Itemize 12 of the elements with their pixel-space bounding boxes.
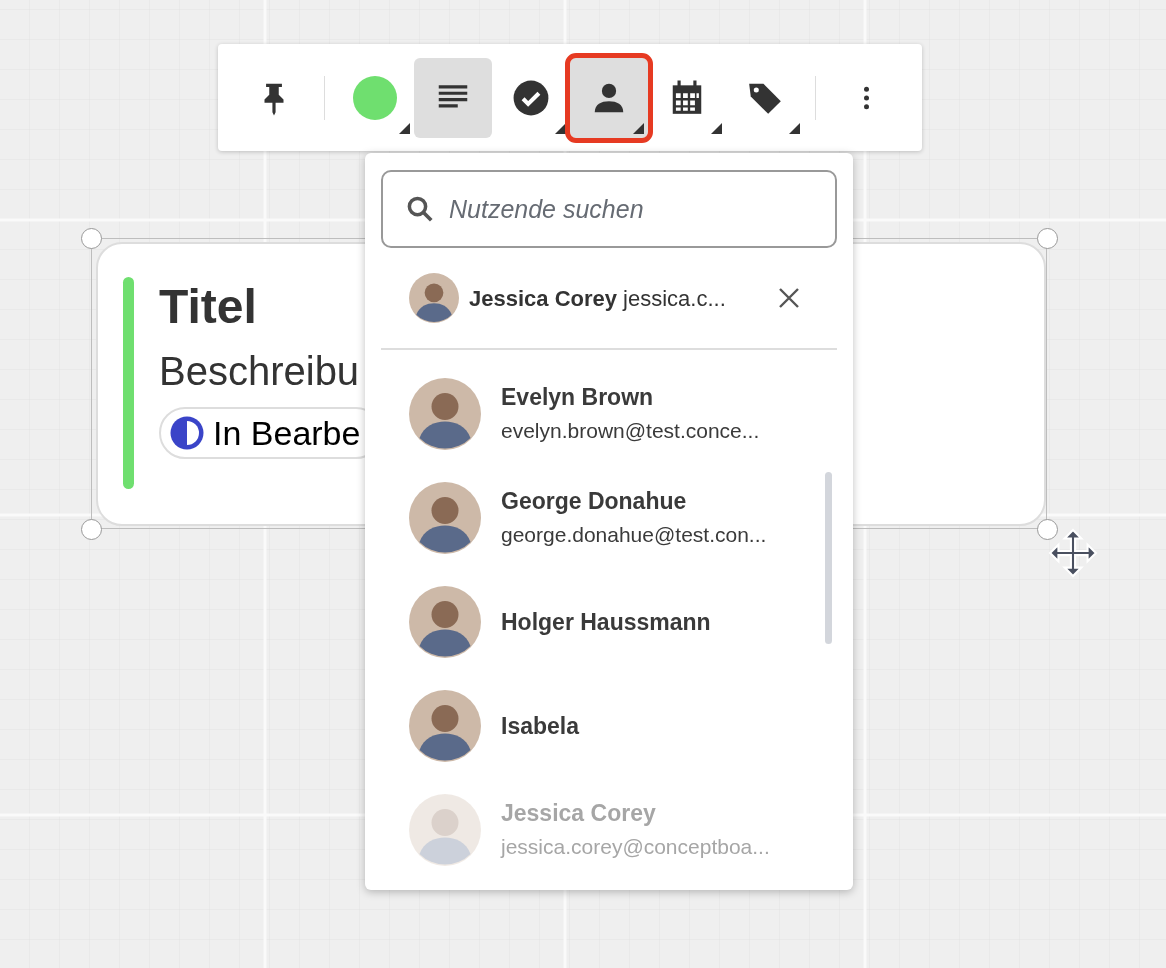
user-name: Isabela (501, 712, 579, 741)
card-title: Titel (159, 279, 258, 335)
card-description: Beschreibu (159, 348, 361, 395)
user-email: george.donahue@test.con... (501, 522, 767, 548)
user-name: George Donahue (501, 487, 688, 516)
user-name: Jessica Corey (501, 799, 657, 828)
user-name: Evelyn Brown (501, 383, 655, 412)
user-email: evelyn.brown@test.conce... (501, 418, 760, 444)
user-email: jessica.corey@conceptboa... (501, 834, 770, 860)
assigned-user: Jessica Corey jessica.c... (469, 284, 726, 313)
status-label: In Bearbe (213, 412, 361, 454)
user-name: Holger Haussmann (501, 608, 711, 637)
